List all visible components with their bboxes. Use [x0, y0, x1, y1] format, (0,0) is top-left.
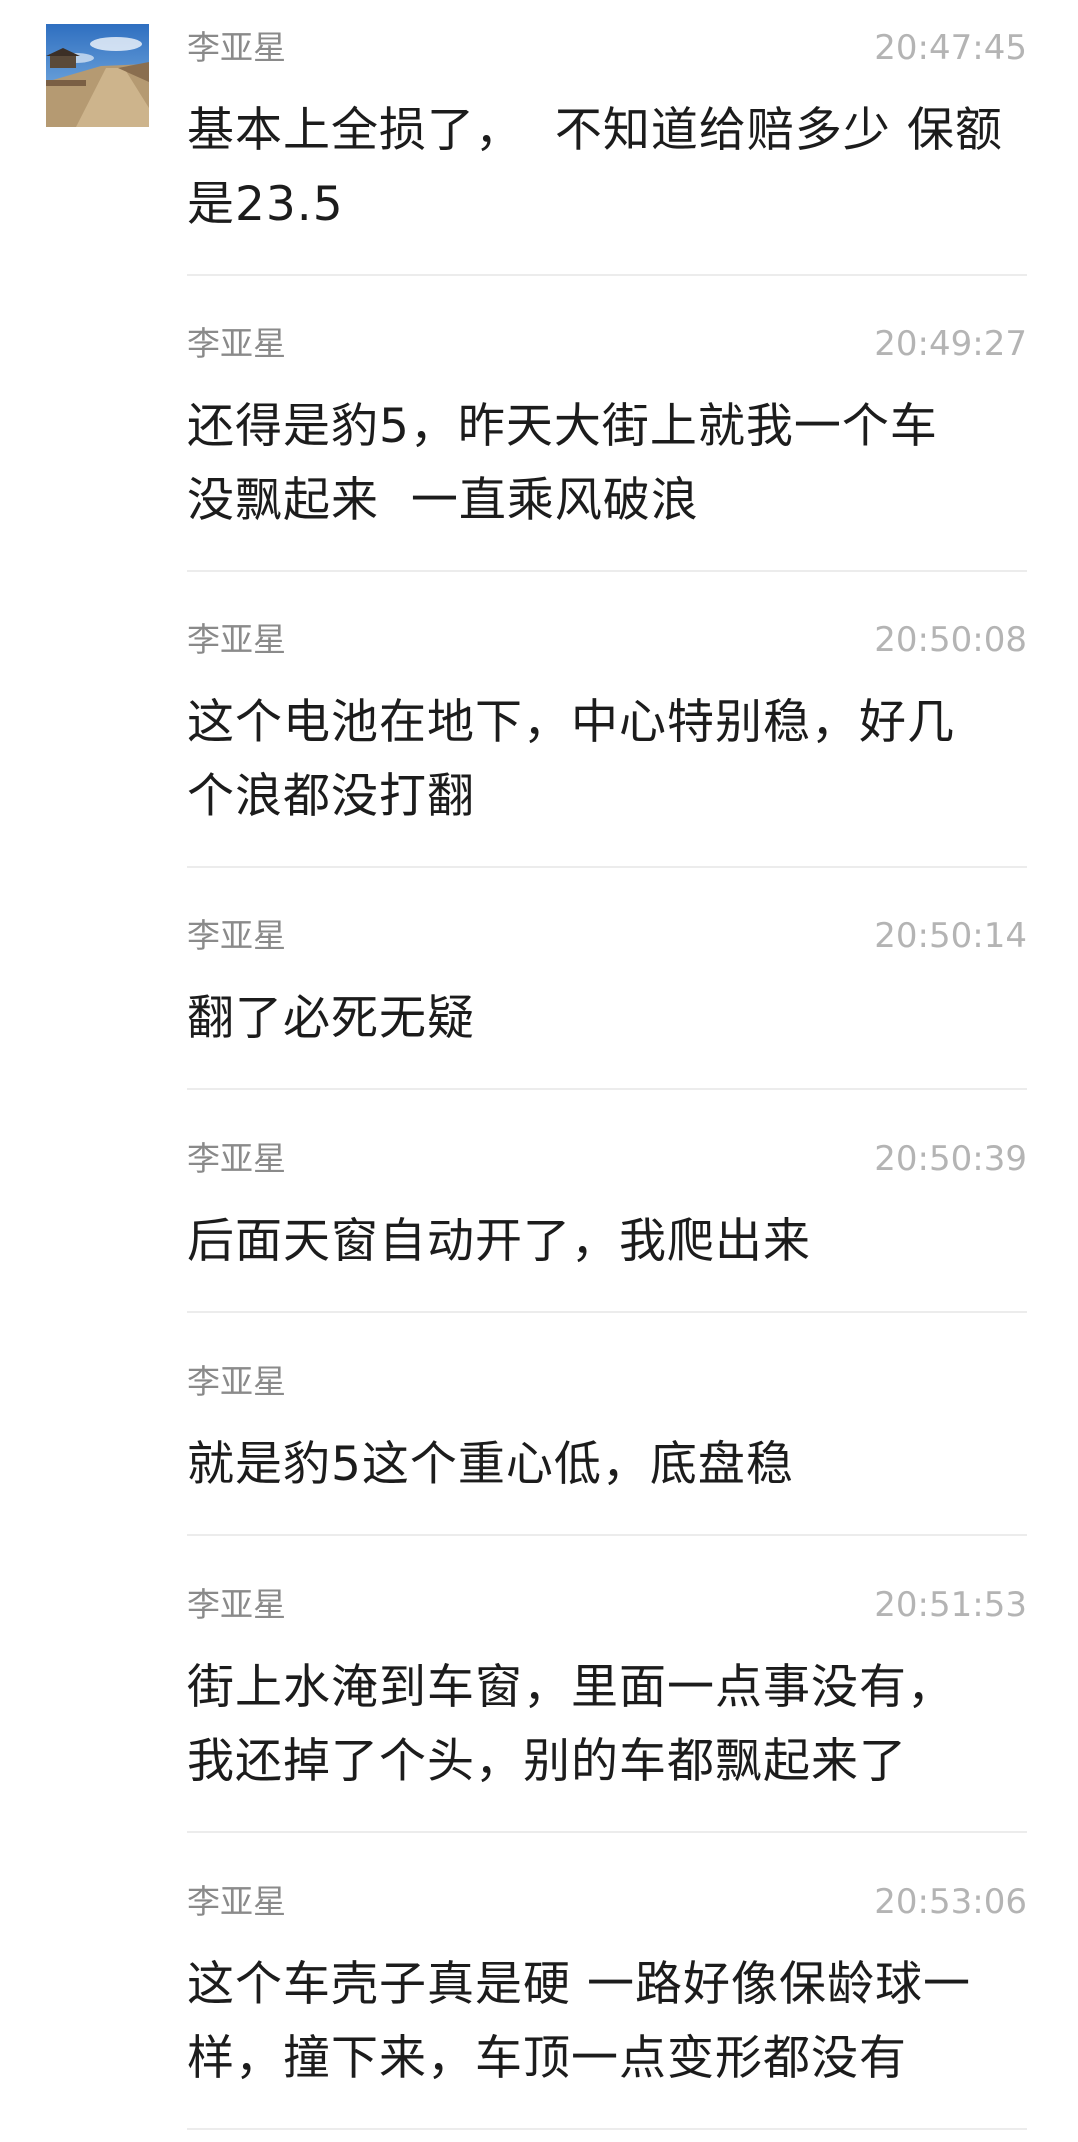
message-time: 20:51:53 — [874, 1585, 1027, 1625]
sender-name[interactable]: 李亚星 — [187, 26, 286, 70]
chat-history: 李亚星 20:47:45 基本上全损了， 不知道给赔多少 保额 是23.5 李亚… — [0, 0, 1078, 2142]
sender-avatar[interactable] — [46, 24, 149, 127]
message-time: 20:50:08 — [874, 620, 1027, 660]
message-item: 李亚星 20:50:08 这个电池在地下，中心特别稳，好几 个浪都没打翻 — [187, 618, 1027, 868]
message-text[interactable]: 这个车壳子真是硬 一路好像保龄球一 样，撞下来，车顶一点变形都没有 — [187, 1948, 1027, 2096]
message-header: 李亚星 — [187, 1360, 1027, 1404]
avatar-image — [46, 24, 149, 127]
message-text[interactable]: 街上水淹到车窗，里面一点事没有， 我还掉了个头，别的车都飘起来了 — [187, 1651, 1027, 1799]
message-item: 李亚星 20:47:45 基本上全损了， 不知道给赔多少 保额 是23.5 — [187, 26, 1027, 276]
message-time: 20:50:39 — [874, 1139, 1027, 1179]
message-text[interactable]: 就是豹5这个重心低，底盘稳 — [187, 1428, 1027, 1502]
sender-name[interactable]: 李亚星 — [187, 1137, 286, 1181]
message-item: 李亚星 20:50:39 后面天窗自动开了，我爬出来 — [187, 1137, 1027, 1313]
sender-name[interactable]: 李亚星 — [187, 1880, 286, 1924]
message-time: 20:49:27 — [874, 324, 1027, 364]
message-text[interactable]: 还得是豹5，昨天大街上就我一个车 没飘起来 一直乘风破浪 — [187, 390, 1027, 538]
message-header: 李亚星 20:50:08 — [187, 618, 1027, 662]
message-text[interactable]: 后面天窗自动开了，我爬出来 — [187, 1205, 1027, 1279]
message-item: 李亚星 就是豹5这个重心低，底盘稳 — [187, 1360, 1027, 1536]
sender-name[interactable]: 李亚星 — [187, 618, 286, 662]
sender-name[interactable]: 李亚星 — [187, 1360, 286, 1404]
message-header: 李亚星 20:50:14 — [187, 914, 1027, 958]
message-time-redacted — [1016, 1360, 1027, 1404]
sender-name[interactable]: 李亚星 — [187, 914, 286, 958]
message-time: 20:50:14 — [874, 916, 1027, 956]
message-item: 李亚星 20:53:06 这个车壳子真是硬 一路好像保龄球一 样，撞下来，车顶一… — [187, 1880, 1027, 2130]
message-header: 李亚星 20:51:53 — [187, 1583, 1027, 1627]
sender-name[interactable]: 李亚星 — [187, 322, 286, 366]
message-text[interactable]: 基本上全损了， 不知道给赔多少 保额 是23.5 — [187, 94, 1027, 242]
message-item: 李亚星 20:49:27 还得是豹5，昨天大街上就我一个车 没飘起来 一直乘风破… — [187, 322, 1027, 572]
message-time: 20:53:06 — [874, 1882, 1027, 1922]
message-text[interactable]: 翻了必死无疑 — [187, 982, 1027, 1056]
message-header: 李亚星 20:50:39 — [187, 1137, 1027, 1181]
sender-name[interactable]: 李亚星 — [187, 1583, 286, 1627]
message-item: 李亚星 20:51:53 街上水淹到车窗，里面一点事没有， 我还掉了个头，别的车… — [187, 1583, 1027, 1833]
message-text[interactable]: 这个电池在地下，中心特别稳，好几 个浪都没打翻 — [187, 686, 1027, 834]
message-header: 李亚星 20:53:06 — [187, 1880, 1027, 1924]
message-time: 20:47:45 — [874, 28, 1027, 68]
message-item: 李亚星 20:50:14 翻了必死无疑 — [187, 914, 1027, 1090]
message-header: 李亚星 20:49:27 — [187, 322, 1027, 366]
message-header: 李亚星 20:47:45 — [187, 26, 1027, 70]
